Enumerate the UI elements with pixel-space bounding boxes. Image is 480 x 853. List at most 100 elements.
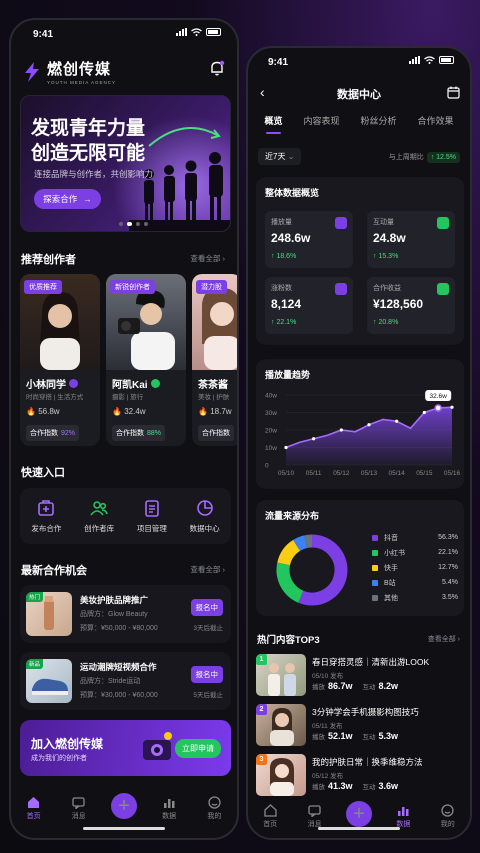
tab-publish[interactable]: + [341,801,377,827]
plus-icon[interactable]: + [345,801,372,827]
page-title: 数据中心 [337,89,381,101]
legend-swatch [372,594,378,601]
status-icons [409,56,454,64]
kpi-followers[interactable]: 涨粉数 8,124 ↑ 22.1% [265,277,353,334]
brand-name: 燃创传媒 [47,61,112,78]
kpi-interactions[interactable]: 互动量 24.8w ↑ 15.3% [367,211,455,268]
hot-content-item[interactable]: 1 春日穿搭灵感｜清新出游LOOK 05/10 发布 播放 86.7w 互动 8.2w [256,654,464,699]
tab-data[interactable]: 数据 [385,804,421,829]
banner-headline: 发现青年力量 创造无限可能 [31,118,146,164]
users-icon [90,501,108,516]
fire-icon: 🔥 [112,407,122,416]
tab-messages[interactable]: 消息 [297,804,333,829]
trend-chart[interactable]: 0 10w 20w 30w 40w 05/10 05/11 05/12 05/13 05/14 05… [256,359,464,489]
legend-value: 5.4% [442,579,458,586]
kpi-revenue[interactable]: 合作收益 ¥128,560 ↑ 20.8% [367,277,455,334]
carousel-dots[interactable] [119,222,148,226]
donut-slice [277,539,301,566]
trend-point [339,428,343,432]
recommend-view-all-link[interactable]: 查看全部 › [190,253,225,264]
plus-icon[interactable]: + [110,793,137,819]
kpi-plays[interactable]: 播放量 248.6w ↑ 18.6% [265,211,353,268]
source-legend: 抖音 56.3% 小红书 22.1% 快手 12.7% B站 5.4% 其他 3.5% [372,530,458,605]
opportunity-thumbnail: 新品 [26,659,72,703]
hero-banner[interactable]: 发现青年力量 创造无限可能 连接品牌与创作者，共创影响力 探索合作 → [20,95,231,232]
tab-overview[interactable]: 概览 [264,114,283,134]
creator-fans: 🔥 32.4w [112,407,146,416]
tab-content[interactable]: 内容表现 [303,114,339,134]
creator-index: 合作指数 [198,425,234,441]
tab-data[interactable]: 数据 [151,796,187,821]
join-banner[interactable]: 加入燃创传媒 成为我们的创作者 立即申请 [20,720,231,776]
bell-icon[interactable] [209,60,225,76]
calendar-icon[interactable] [447,86,460,99]
hot-view-all-link[interactable]: 查看全部 › [428,634,460,644]
wifi-icon [191,28,202,36]
publish-icon [38,500,55,516]
fire-icon: 🔥 [26,407,36,416]
donut-slice [298,534,348,606]
status-bar: 9:41 [248,54,470,72]
explore-button[interactable]: 探索合作 → [34,189,101,209]
home-icon [28,797,40,808]
tab-profile[interactable]: 我的 [196,796,232,821]
status-icons [176,28,221,36]
section-title-recommend: 推荐创作者 [21,254,76,266]
creator-card[interactable]: 优质推荐 小林同学 时尚穿搭 | 生活方式 🔥 56.8w 合作指数 92% [20,274,100,446]
quick-projects[interactable]: 项目管理 [126,488,179,544]
legend-label: B站 [384,579,396,587]
creator-name: 小林同学 [26,376,78,391]
status-time: 9:41 [33,29,54,40]
trend-card: 播放量趋势 0 10w 20w 30w 40w 05/10 05/11 05/12 05/13 0… [256,359,464,489]
x-tick-label: 05/11 [306,470,322,477]
tab-publish[interactable]: + [106,793,142,819]
trend-point [284,445,288,450]
tab-home[interactable]: 首页 [252,804,288,829]
date-range-select[interactable]: 近7天 ⌄ [258,148,302,165]
battery-icon [439,56,454,64]
hot-metrics: 播放 41.3w 互动 3.6w [312,781,399,791]
apply-now-button[interactable]: 立即申请 [175,739,221,758]
hot-content-item[interactable]: 3 我的护肤日常｜换季维稳方法 05/12 发布 播放 41.3w 互动 3.6w [256,754,464,799]
creator-category: 摄影 | 旅行 [112,394,144,401]
trend-point [367,423,371,427]
quick-publish[interactable]: 发布合作 [20,488,73,544]
apply-button[interactable]: 报名中 [190,666,223,683]
hot-content-item[interactable]: 2 3分钟学会手机摄影构图技巧 05/11 发布 播放 52.1w 互动 5.3w [256,704,464,749]
hot-title-text: 我的护肤日常｜换季维稳方法 [312,757,423,767]
legend-item: 抖音 56.3% [372,530,458,545]
opportunity-thumbnail: 热门 [26,592,72,636]
bolt-logo-icon [25,61,39,82]
creator-card[interactable]: 潜力股 茶茶酱 美妆 | 护肤 🔥 18.7w 合作指数 [192,274,237,446]
home-indicator [318,827,400,830]
trend-area [286,407,452,465]
tab-fans[interactable]: 粉丝分析 [360,114,396,134]
verified-icon [150,379,160,388]
signal-icon [409,56,420,64]
hot-title: 热门内容TOP3 [257,635,320,646]
opportunity-title: 美妆护肤品牌推广 [80,595,149,605]
tab-home[interactable]: 首页 [16,796,52,821]
apply-button[interactable]: 报名中 [190,599,223,616]
tab-messages[interactable]: 消息 [61,796,97,821]
tab-cooperation[interactable]: 合作效果 [417,114,453,134]
tab-profile[interactable]: 我的 [430,804,466,829]
y-tick-label: 10w [265,445,277,452]
creator-card[interactable]: 新锐创作者 阿凯Kai 摄影 | 旅行 🔥 32.4w 合作指数 88% [106,274,186,446]
source-donut-chart[interactable] [256,500,366,616]
opportunity-card[interactable]: 热门 美妆护肤品牌推广 品牌方：Glow Beauty 预算：¥50,000 -… [20,585,231,643]
wallet-icon [437,283,449,295]
opportunity-card[interactable]: 新品 运动潮牌短视频合作 品牌方：Stride运动 预算：¥30,000 - ¥… [20,652,231,710]
quick-data[interactable]: 数据中心 [178,488,231,544]
legend-label: 抖音 [384,534,398,542]
legend-label: 快手 [384,564,398,572]
donut-slice [304,534,313,549]
opps-view-all-link[interactable]: 查看全部 › [190,564,225,575]
creator-fans: 🔥 56.8w [26,407,60,416]
section-title-opps: 最新合作机会 [21,565,87,577]
bar-chart-icon [397,807,409,816]
trend-point [422,410,426,415]
hot-date: 05/11 发布 [312,723,343,730]
home-screen: 9:41 燃创传媒 YOUTH MEDIA AGENCY 发现青年力量 创造无限… [9,18,239,840]
quick-creators[interactable]: 创作者库 [73,488,126,544]
